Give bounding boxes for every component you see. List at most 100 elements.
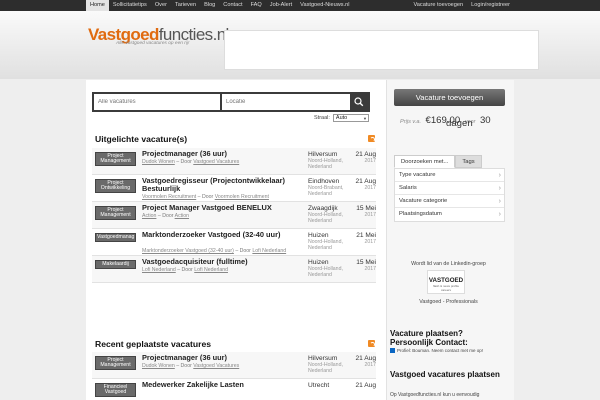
radius-label: Straal: <box>314 115 330 121</box>
contact-heading: Vacature plaatsen? Persoonlijk Contact: <box>390 329 468 347</box>
job-company[interactable]: Dudok Wonen <box>142 363 175 369</box>
nav-tarieven[interactable]: Tarieven <box>171 0 200 11</box>
linkedin-logo-text: VASTGOED <box>428 277 464 284</box>
job-poster[interactable]: Lofi Nederland <box>252 248 286 254</box>
nav-job-alert[interactable]: Job-Alert <box>266 0 296 11</box>
job-region: Noord-Holland, Nederland <box>308 362 343 375</box>
job-year: 2017 <box>364 212 376 218</box>
job-row[interactable]: Project Management Projectmanager (36 uur… <box>92 148 376 175</box>
job-company[interactable]: Marktonderzoeker Vastgoed (32-40 uur) <box>142 248 234 254</box>
job-by: – Door <box>197 194 214 200</box>
job-row[interactable]: Project Management Projectmanager (36 uur… <box>92 352 376 379</box>
job-date: 21 Aug <box>355 382 376 389</box>
job-row[interactable]: Project Management Project Manager Vastgo… <box>92 202 376 229</box>
job-year: 2017 <box>364 239 376 245</box>
tab-tags[interactable]: Tags <box>455 155 482 168</box>
job-company-line: Dudok Wonen – Door Vastgoed Vacatures <box>142 363 292 369</box>
category-badge[interactable]: Project Management <box>95 206 136 221</box>
job-title[interactable]: Project Manager Vastgoed BENELUX <box>142 203 292 212</box>
nav-sollicitatietips[interactable]: Sollicitatietips <box>109 0 151 11</box>
job-row[interactable]: Vastgoedmanag Marktonderzoeker Vastgoed (… <box>92 229 376 256</box>
job-poster[interactable]: Vastgoed Vacatures <box>193 159 239 165</box>
nav-faq[interactable]: FAQ <box>247 0 266 11</box>
job-by: – Door <box>176 363 192 369</box>
job-title[interactable]: Vastgoedacquisiteur (fulltime) <box>142 257 292 266</box>
nav-right: Vacature toevoegen Login/registreer <box>409 0 514 11</box>
category-badge[interactable]: Financieel Vastgoed <box>95 383 136 398</box>
job-region: Noord-Holland, Nederland <box>308 266 343 279</box>
job-year: 2017 <box>364 185 376 191</box>
filter-type-vacature[interactable]: Type vacature <box>395 169 504 182</box>
job-poster[interactable]: Action <box>175 213 189 219</box>
contact-line-text: Profiel: Bouman. Neem contact met me op! <box>397 348 484 353</box>
contact-line[interactable]: Profiel: Bouman. Neem contact met me op! <box>390 348 483 353</box>
job-title[interactable]: Projectmanager (36 uur) <box>142 353 292 362</box>
top-navigation-bar: Home Sollicitatietips Over Tarieven Blog… <box>0 0 600 11</box>
search-button[interactable] <box>352 94 366 110</box>
nav-blog[interactable]: Blog <box>200 0 219 11</box>
job-company[interactable]: Lofi Nederland <box>142 267 176 273</box>
recent-section-title: Recent geplaatste vacatures <box>95 339 212 349</box>
radius-select[interactable]: Auto ▼ <box>332 114 369 122</box>
category-badge[interactable]: Project Management <box>95 152 136 167</box>
job-company[interactable]: Action <box>142 213 156 219</box>
nav-contact[interactable]: Contact <box>219 0 246 11</box>
job-title[interactable]: Vastgoedregisseur (Projectontwikkelaar) … <box>142 176 292 193</box>
recent-job-list: Project Management Projectmanager (36 uur… <box>92 352 376 400</box>
job-poster[interactable]: Voormolen Recruitment <box>215 194 269 200</box>
job-poster[interactable]: Lofi Nederland <box>194 267 228 273</box>
sidebar-tabs: Doorzoeken met... Tags <box>394 155 482 168</box>
job-company-line: Dudok Wonen – Door Vastgoed Vacatures <box>142 159 292 165</box>
job-company-line: Voormolen Recruitment – Door Voormolen R… <box>142 194 292 200</box>
job-row[interactable]: Financieel Vastgoed Medewerker Zakelijke … <box>92 379 376 400</box>
nav-vastgoed-nieuws[interactable]: Vastgoed-Nieuws.nl <box>296 0 353 11</box>
job-row[interactable]: Makelaardij Vastgoedacquisiteur (fulltime… <box>92 256 376 283</box>
nav-left: Home Sollicitatietips Over Tarieven Blog… <box>86 0 354 11</box>
logo-tagline: Alle vastgoed vacatures op een rij! <box>116 41 190 46</box>
job-region: Noord-Holland, Nederland <box>308 212 343 225</box>
filter-salaris[interactable]: Salaris <box>395 182 504 195</box>
search-vacatures-input[interactable] <box>94 94 220 110</box>
job-region: Noord-Holland, Nederland <box>308 239 343 252</box>
job-company[interactable]: Voormolen Recruitment <box>142 194 196 200</box>
job-year: 2017 <box>364 266 376 272</box>
job-poster[interactable]: Vastgoed Vacatures <box>193 363 239 369</box>
rss-icon[interactable] <box>368 135 375 142</box>
price-days: dagen <box>446 118 473 129</box>
vacatures-plaatsen-text: Op Vastgoedfuncties.nl kun u eenvoudig <box>390 392 480 398</box>
nav-vacature-toevoegen[interactable]: Vacature toevoegen <box>409 0 467 11</box>
radius-select-value: Auto <box>335 115 348 121</box>
job-row[interactable]: Project Ontwikkeling Vastgoedregisseur (P… <box>92 175 376 202</box>
category-badge[interactable]: Vastgoedmanag <box>95 233 136 242</box>
job-region: Noord-Brabant, Nederland <box>308 185 344 198</box>
job-by: – Door <box>177 267 193 273</box>
job-year: 2017 <box>364 158 376 164</box>
category-badge[interactable]: Project Management <box>95 356 136 371</box>
vacatures-plaatsen-heading: Vastgoed vacatures plaatsen <box>390 370 500 379</box>
nav-over[interactable]: Over <box>151 0 171 11</box>
job-location: Utrecht <box>308 382 330 389</box>
job-company-line: Marktonderzoeker Vastgoed (32-40 uur) – … <box>142 248 292 254</box>
tab-doorzoeken[interactable]: Doorzoeken met... <box>394 155 456 168</box>
nav-home[interactable]: Home <box>86 0 109 11</box>
category-badge[interactable]: Project Ontwikkeling <box>95 179 136 194</box>
job-title[interactable]: Projectmanager (36 uur) <box>142 149 292 158</box>
category-badge[interactable]: Makelaardij <box>95 260 136 269</box>
job-title[interactable]: Marktonderzoeker Vastgoed (32-40 uur) <box>142 230 292 239</box>
linkedin-logo-sub: flash & news profile careers <box>432 284 459 292</box>
site-logo[interactable]: Vastgoedfuncties.nl Alle vastgoed vacatu… <box>88 25 229 46</box>
filter-plaatsingsdatum[interactable]: Plaatsingsdatum <box>395 208 504 221</box>
filter-list: Type vacature Salaris Vacature categorie… <box>394 168 505 222</box>
post-vacancy-button[interactable]: Vacature toevoegen <box>394 89 505 106</box>
search-locatie-input[interactable] <box>222 94 350 110</box>
filter-vacature-categorie[interactable]: Vacature categorie <box>395 195 504 208</box>
nav-login-registreer[interactable]: Login/registreer <box>467 0 514 11</box>
price-prefix: Prijs v.a. <box>400 119 422 125</box>
job-by: – Door <box>235 248 251 254</box>
linkedin-group-logo[interactable]: VASTGOED flash & news profile careers <box>427 270 465 294</box>
job-title[interactable]: Medewerker Zakelijke Lasten <box>142 380 292 389</box>
rss-icon[interactable] <box>368 340 375 347</box>
linkedin-text: Wordt lid van de Linkedin-groep <box>411 261 486 267</box>
featured-job-list: Project Management Projectmanager (36 uur… <box>92 148 376 283</box>
job-company[interactable]: Dudok Wonen <box>142 159 175 165</box>
